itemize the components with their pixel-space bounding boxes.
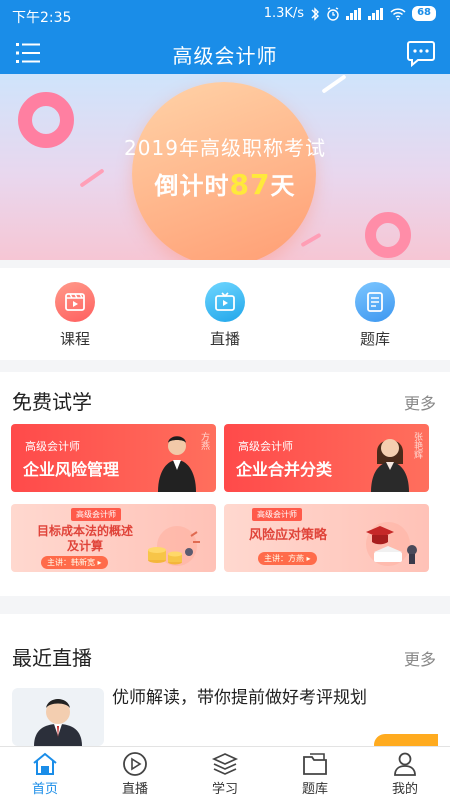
speaker-label: 主讲：韩新宽 ▸ bbox=[41, 556, 108, 569]
tab-label: 我的 bbox=[391, 782, 418, 797]
course-title-line: 风险应对策略 bbox=[248, 528, 327, 543]
countdown-days: 87 bbox=[229, 168, 271, 201]
section-header: 免费试学 更多 bbox=[12, 378, 438, 418]
status-time: 下午2:35 bbox=[12, 10, 72, 26]
live-title[interactable]: 优师解读，带你提前做好考评规划 bbox=[112, 686, 412, 710]
section-title: 最近直播 bbox=[12, 646, 92, 670]
layers-icon bbox=[211, 753, 239, 775]
quick-entry-question-bank[interactable]: 题库 bbox=[325, 282, 425, 349]
alarm-icon bbox=[327, 6, 339, 21]
section-header: 最近直播 更多 bbox=[12, 634, 438, 674]
exam-countdown-banner[interactable]: 2019年高级职称考试 倒计时87天 bbox=[0, 74, 450, 260]
coins-illustration bbox=[148, 526, 200, 566]
play-icon bbox=[123, 752, 147, 776]
quick-entry-label: 课程 bbox=[59, 330, 90, 348]
battery-icon: 68 bbox=[412, 6, 436, 21]
quick-entry-live[interactable]: 直播 bbox=[175, 282, 275, 349]
course-category: 高级会计师 bbox=[238, 440, 293, 453]
course-card[interactable]: 高级会计师 目标成本法的概述 及计算 主讲：韩新宽 ▸ bbox=[11, 504, 216, 572]
course-card[interactable]: 高级会计师 企业合并分类 张艳辉 bbox=[224, 424, 429, 492]
course-title: 企业风险管理 bbox=[23, 460, 120, 479]
speaker-label: 主讲：方燕 ▸ bbox=[258, 552, 317, 565]
video-course-icon bbox=[55, 282, 95, 322]
signal-icon bbox=[368, 7, 384, 20]
course-title: 企业合并分类 bbox=[236, 460, 333, 479]
bluetooth-icon bbox=[311, 6, 320, 21]
tab-label: 题库 bbox=[301, 782, 328, 797]
course-title-line: 目标成本法的概述 bbox=[36, 524, 133, 538]
quick-entry-course[interactable]: 课程 bbox=[25, 282, 125, 349]
course-title: 目标成本法的概述 及计算 bbox=[25, 524, 145, 554]
tab-study[interactable]: 学习 bbox=[180, 751, 270, 797]
countdown-text: 倒计时87天 bbox=[0, 166, 450, 201]
course-card[interactable]: 高级会计师 风险应对策略 主讲：方燕 ▸ bbox=[224, 504, 429, 572]
course-tag: 高级会计师 bbox=[71, 508, 121, 521]
section-title: 免费试学 bbox=[12, 390, 92, 414]
tab-mine[interactable]: 我的 bbox=[360, 751, 450, 797]
tv-live-icon bbox=[205, 282, 245, 322]
message-icon[interactable] bbox=[406, 39, 436, 67]
countdown-suffix: 天 bbox=[270, 172, 296, 200]
folder-icon bbox=[303, 753, 327, 775]
graduation-illustration bbox=[366, 522, 417, 566]
app-screen: 下午2:35 1.3K/s 68 高级会计师 2019年高级职称考试 倒计时87… bbox=[0, 0, 450, 800]
quick-entry-label: 直播 bbox=[209, 330, 240, 348]
signal-icon bbox=[346, 7, 362, 20]
free-trial-section: 免费试学 更多 高级会计师 企业风险管理 方燕 高级会计师 企业合并分类 张艳辉 bbox=[0, 372, 450, 596]
tab-label: 首页 bbox=[31, 782, 58, 797]
person-icon bbox=[394, 752, 416, 776]
quick-entry-label: 题库 bbox=[359, 330, 390, 348]
tab-home[interactable]: 首页 bbox=[0, 751, 90, 797]
navigation-bar: 高级会计师 bbox=[0, 32, 450, 74]
course-tag: 高级会计师 bbox=[252, 508, 302, 521]
tab-live[interactable]: 直播 bbox=[90, 751, 180, 797]
wifi-icon bbox=[390, 7, 406, 20]
tab-label: 学习 bbox=[211, 782, 238, 797]
status-bar: 下午2:35 1.3K/s 68 bbox=[0, 0, 450, 32]
countdown-prefix: 倒计时 bbox=[154, 172, 230, 200]
more-link[interactable]: 更多 bbox=[404, 390, 436, 414]
bottom-tab-bar: 首页 直播 学习 题库 我的 bbox=[0, 746, 450, 800]
page-title: 高级会计师 bbox=[172, 44, 278, 68]
course-title-line: 及计算 bbox=[66, 539, 103, 553]
decor-ring bbox=[365, 212, 411, 258]
course-card[interactable]: 高级会计师 企业风险管理 方燕 bbox=[11, 424, 216, 492]
teacher-photo bbox=[158, 436, 196, 492]
tab-label: 直播 bbox=[121, 782, 148, 797]
course-title: 风险应对策略 bbox=[238, 528, 338, 543]
course-category: 高级会计师 bbox=[25, 440, 80, 453]
teacher-photo bbox=[371, 439, 409, 492]
teacher-avatar bbox=[34, 699, 82, 746]
tab-question-bank[interactable]: 题库 bbox=[270, 751, 360, 797]
more-link[interactable]: 更多 bbox=[404, 646, 436, 670]
decor-stick bbox=[300, 232, 322, 248]
exam-title: 2019年高级职称考试 bbox=[124, 136, 326, 160]
decor-stick bbox=[321, 74, 347, 94]
network-speed: 1.3K/s bbox=[263, 6, 305, 21]
question-bank-icon bbox=[355, 282, 395, 322]
home-icon bbox=[33, 752, 57, 775]
status-icons: 1.3K/s 68 bbox=[264, 6, 436, 21]
live-thumbnail[interactable] bbox=[12, 688, 104, 746]
quick-entry-panel: 课程 直播 题库 bbox=[0, 268, 450, 360]
